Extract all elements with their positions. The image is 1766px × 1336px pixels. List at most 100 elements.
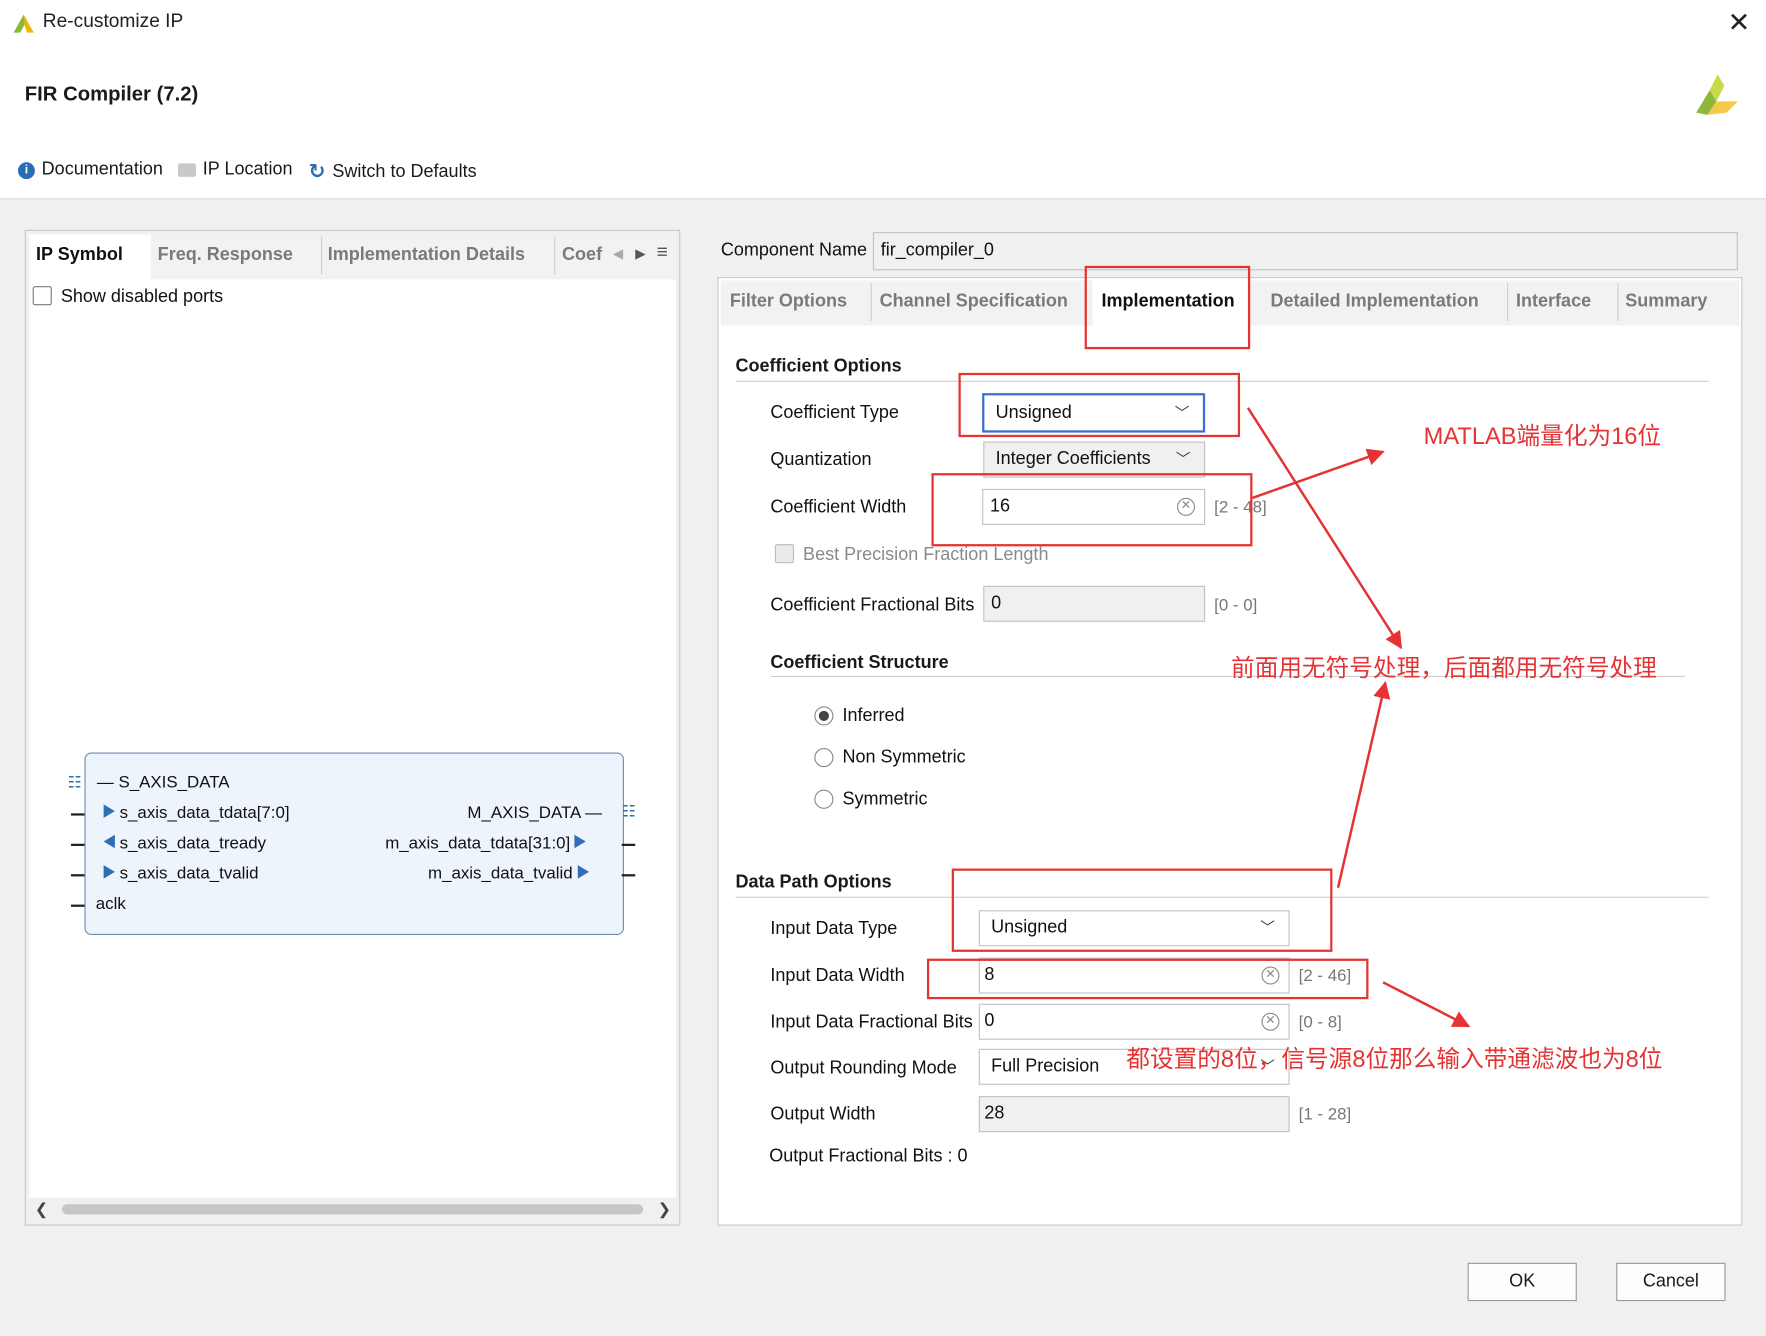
port-s-tvalid: s_axis_data_tvalid	[103, 864, 259, 884]
s-axis-bus-label: — S_AXIS_DATA	[96, 772, 230, 792]
output-arrow-icon	[577, 865, 589, 879]
port-label: m_axis_data_tdata[31:0]	[385, 833, 571, 853]
output-width-input[interactable]: 28	[978, 1096, 1290, 1133]
symbol-canvas: Show disabled ports ☷ — S_AXIS_DATA s_ax…	[29, 279, 676, 1198]
xilinx-logo-icon	[1696, 74, 1738, 115]
close-icon[interactable]: ✕	[1728, 7, 1751, 40]
port-label: s_axis_data_tdata[7:0]	[119, 803, 290, 823]
ok-button[interactable]: OK	[1467, 1262, 1577, 1302]
tab-summary[interactable]: Summary	[1625, 292, 1707, 312]
pin-line	[70, 904, 85, 907]
title-bar: Re-customize IP ✕	[0, 0, 1766, 46]
m-axis-bus-label: M_AXIS_DATA —	[467, 803, 602, 823]
input-frac-bits-value: 0	[984, 1011, 995, 1031]
port-s-tready: s_axis_data_tready	[103, 833, 267, 853]
cancel-button[interactable]: Cancel	[1616, 1262, 1726, 1302]
scroll-right-icon[interactable]: ▶	[635, 246, 645, 262]
coefficient-type-label: Coefficient Type	[770, 403, 899, 423]
port-aclk: aclk	[95, 894, 126, 914]
m-axis-bus-name: M_AXIS_DATA	[467, 803, 581, 823]
output-arrow-icon	[574, 834, 587, 849]
input-data-type-label: Input Data Type	[770, 919, 898, 939]
documentation-button[interactable]: i Documentation	[18, 160, 163, 180]
scroll-left-icon[interactable]: ◀	[613, 246, 623, 262]
menu-icon[interactable]: ≡	[657, 241, 668, 264]
port-label: s_axis_data_tready	[119, 833, 267, 853]
port-m-tvalid: m_axis_data_tvalid	[428, 864, 589, 883]
annotation-width: 都设置的8位，信号源8位那么输入带通滤波也为8位	[1126, 1046, 1663, 1073]
chevron-down-icon: ﹀	[1175, 450, 1191, 468]
pin-line	[70, 813, 85, 816]
tab-divider	[1506, 282, 1509, 322]
annotation-box-coefficient-width	[931, 473, 1253, 547]
tab-interface[interactable]: Interface	[1516, 292, 1591, 312]
non-symmetric-label: Non Symmetric	[842, 747, 966, 768]
pin-line	[621, 843, 636, 847]
show-disabled-ports-label: Show disabled ports	[60, 287, 224, 307]
bus-interface-icon: ☷	[621, 802, 636, 821]
input-frac-bits-label: Input Data Fractional Bits	[770, 1012, 973, 1032]
port-s-tdata: s_axis_data_tdata[7:0]	[103, 803, 290, 823]
scroll-right-arrow-icon[interactable]: ❯	[658, 1200, 671, 1219]
tab-implementation-details[interactable]: Implementation Details	[328, 246, 525, 266]
tab-freq-response[interactable]: Freq. Response	[158, 246, 293, 266]
bus-interface-icon: ☷	[67, 772, 82, 791]
tab-coef[interactable]: Coef	[562, 246, 602, 266]
component-name-input[interactable]: fir_compiler_0	[872, 232, 1738, 271]
output-arrow-icon	[103, 834, 115, 849]
folder-icon	[177, 163, 196, 177]
radio-non-symmetric[interactable]	[814, 747, 834, 768]
vivado-logo-icon	[13, 14, 34, 33]
clear-icon[interactable]: ✕	[1261, 1012, 1280, 1031]
input-frac-bits-range: [0 - 8]	[1298, 1012, 1342, 1032]
pin-line	[621, 874, 636, 877]
port-m-tdata: m_axis_data_tdata[31:0]	[385, 833, 587, 853]
pin-line	[70, 874, 85, 877]
quantization-label: Quantization	[770, 450, 872, 470]
show-disabled-ports-checkbox[interactable]	[32, 286, 52, 306]
scroll-left-arrow-icon[interactable]: ❮	[35, 1200, 48, 1219]
tab-detailed-implementation[interactable]: Detailed Implementation	[1270, 292, 1478, 312]
window-title: Re-customize IP	[42, 10, 184, 32]
input-arrow-icon	[103, 865, 115, 879]
annotation-box-input-width	[926, 958, 1369, 1000]
radio-inferred[interactable]	[814, 706, 834, 726]
annotation-box-implementation-tab	[1084, 265, 1251, 350]
quantization-value: Integer Coefficients	[995, 449, 1151, 469]
coefficient-frac-bits-range: [0 - 0]	[1214, 595, 1258, 616]
switch-defaults-label: Switch to Defaults	[332, 161, 477, 181]
info-icon: i	[18, 161, 35, 179]
output-width-range: [1 - 28]	[1298, 1105, 1352, 1125]
ip-title: FIR Compiler (7.2)	[24, 82, 199, 105]
radio-symmetric[interactable]	[814, 789, 834, 809]
output-rounding-label: Output Rounding Mode	[770, 1058, 957, 1079]
coefficient-options-heading: Coefficient Options	[735, 357, 902, 377]
annotation-unsigned: 前面用无符号处理，后面都用无符号处理	[1231, 655, 1657, 682]
tab-divider	[554, 236, 556, 275]
coefficient-frac-bits-label: Coefficient Fractional Bits	[770, 595, 975, 616]
port-label: s_axis_data_tvalid	[119, 864, 259, 884]
dialog-header: FIR Compiler (7.2) i Documentation IP Lo…	[0, 45, 1766, 200]
switch-defaults-button[interactable]: ↻ Switch to Defaults	[309, 160, 477, 184]
coefficient-frac-bits-input[interactable]: 0	[983, 585, 1206, 622]
inferred-label: Inferred	[842, 706, 905, 726]
refresh-icon: ↻	[308, 159, 326, 183]
component-name-label: Component Name	[720, 241, 868, 261]
tab-divider	[1617, 282, 1619, 322]
tab-divider	[320, 236, 323, 275]
tab-channel-specification[interactable]: Channel Specification	[880, 292, 1068, 312]
data-path-options-heading: Data Path Options	[735, 873, 892, 893]
input-frac-bits-input[interactable]: 0 ✕	[978, 1003, 1290, 1040]
horizontal-scrollbar-thumb[interactable]	[61, 1204, 644, 1215]
left-panel: IP Symbol Freq. Response Implementation …	[24, 229, 681, 1226]
coefficient-width-label: Coefficient Width	[770, 497, 907, 518]
ip-location-button[interactable]: IP Location	[177, 160, 293, 180]
tab-filter-options[interactable]: Filter Options	[730, 292, 847, 312]
port-label: m_axis_data_tvalid	[427, 864, 573, 884]
annotation-box-coefficient-type	[958, 372, 1241, 438]
annotation-box-input-type	[951, 868, 1333, 952]
best-precision-label: Best Precision Fraction Length	[803, 545, 1049, 565]
documentation-label: Documentation	[41, 159, 163, 180]
tab-ip-symbol[interactable]: IP Symbol	[36, 246, 123, 266]
best-precision-checkbox[interactable]	[774, 544, 795, 564]
